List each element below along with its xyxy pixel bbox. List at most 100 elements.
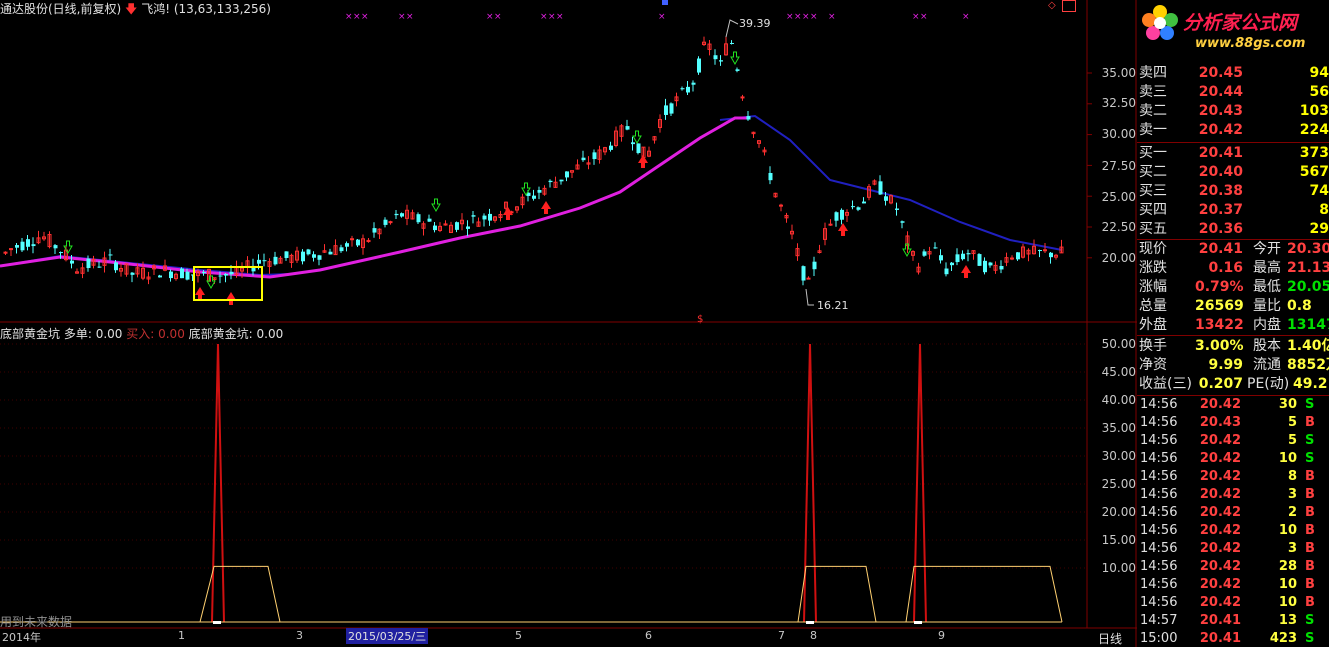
candle-body	[301, 251, 305, 262]
x-marker: ×	[548, 12, 556, 22]
candle-body	[158, 275, 162, 278]
axis-tick: 25.00	[1101, 190, 1136, 204]
plateau-line	[905, 565, 1063, 623]
fund-row: 收益(三) 0.207 PE(动) 49.2	[1139, 376, 1328, 392]
low-leader	[805, 288, 814, 306]
tick-row: 15:00 20.41 423 S	[1140, 631, 1315, 646]
candle-body	[218, 275, 223, 277]
plateau-line	[797, 565, 877, 623]
x-marker: ×	[361, 12, 369, 22]
quote-row: 外盘 13422 内盘 13147	[1139, 317, 1329, 333]
x-marker: ×	[353, 12, 361, 22]
tick-row: 14:56 20.42 10 B	[1140, 523, 1315, 538]
sell-row[interactable]: 卖二 20.43 103	[1137, 102, 1329, 120]
buy-arrow-icon	[961, 265, 971, 278]
candle-body	[768, 172, 773, 181]
top-cursor-mark	[662, 0, 668, 5]
candle-body	[950, 262, 954, 266]
signal-arrow-icon: 🡇	[125, 2, 138, 16]
candle-body	[609, 145, 613, 150]
buy-row[interactable]: 买四 20.37 8	[1137, 201, 1329, 219]
candle-body	[86, 258, 91, 269]
candle-body	[229, 271, 234, 275]
quote-row: 涨幅 0.79% 最低 20.05	[1139, 279, 1329, 295]
fundamentals-block: 换手 3.00% 股本 1.40亿 净资 9.99 流通 8852万 收益(三)…	[1137, 337, 1329, 394]
candle-body	[537, 190, 542, 193]
candle-body	[548, 180, 553, 183]
tick-list[interactable]: 14:56 20.42 30 S 14:56 20.43 5 B 14:56 20.42 5 S …	[1137, 396, 1329, 647]
buy-row[interactable]: 买五 20.36 29	[1137, 220, 1329, 238]
candle-body	[383, 219, 388, 225]
candle-body	[933, 247, 938, 249]
period-button[interactable]: 日线	[1098, 630, 1122, 647]
tick-row: 14:56 20.42 2 B	[1140, 505, 1315, 520]
candle-body	[400, 213, 404, 217]
candle-body	[388, 221, 393, 224]
buy-row[interactable]: 买一 20.41 373	[1137, 144, 1329, 162]
candle-body	[433, 225, 437, 231]
logo-url: www.88gs.com	[1195, 36, 1306, 51]
candle-body	[625, 126, 630, 130]
x-marker: ×	[912, 12, 920, 22]
logo-title: 分析家公式网	[1183, 12, 1298, 34]
candle-body	[806, 277, 811, 280]
sell-book: 卖四 20.45 94 卖三 20.44 56 卖二 20.43 103 卖一 …	[1137, 64, 1329, 142]
chart-header: 通达股份(日线,前复权) 🡇 飞鸿! (13,63,133,256)	[0, 0, 271, 16]
stock-name: 通达股份(日线,前复权)	[0, 2, 122, 16]
box-icon[interactable]	[1062, 0, 1076, 12]
candle-body	[15, 245, 19, 248]
candle-body	[70, 260, 74, 264]
candle-body	[306, 249, 311, 255]
xaxis-year: 2014年	[2, 631, 41, 644]
candle-body	[581, 157, 586, 161]
candle-body	[394, 213, 399, 216]
buy-arrow-icon	[195, 287, 205, 300]
x-marker: ×	[802, 12, 810, 22]
buy-arrow-icon	[638, 155, 648, 168]
ma-blue-line	[0, 114, 1063, 277]
candle-body	[427, 218, 432, 222]
diamond-icon[interactable]: ◇	[1048, 0, 1056, 11]
candle-body	[372, 228, 377, 233]
spike-line	[803, 343, 817, 623]
buy-row[interactable]: 买三 20.38 74	[1137, 182, 1329, 200]
candle-body	[851, 206, 855, 208]
candle-body	[680, 88, 685, 90]
quote-row: 涨跌 0.16 最高 21.13	[1139, 260, 1329, 276]
indicator-lines	[0, 343, 1063, 624]
candle-body	[416, 214, 421, 223]
low-price-label: 16.21	[817, 299, 849, 312]
candle-body	[801, 266, 806, 281]
candle-body	[966, 253, 971, 255]
x-marker: ×	[494, 12, 502, 22]
candle-body	[884, 196, 888, 201]
x-marker: ×	[345, 12, 353, 22]
candle-body	[262, 260, 267, 262]
candle-body	[488, 213, 492, 221]
sell-row[interactable]: 卖四 20.45 94	[1137, 64, 1329, 82]
sell-arrow-icon	[632, 130, 642, 145]
sell-row[interactable]: 卖三 20.44 56	[1137, 83, 1329, 101]
axis-tick: 40.00	[1101, 393, 1136, 407]
candle-body	[97, 266, 102, 268]
duo-label: 多单: 0.00	[63, 327, 123, 341]
signal-values: (13,63,133,256)	[173, 2, 271, 16]
xaxis-label: 3	[296, 629, 303, 642]
candle-body	[559, 179, 564, 182]
sell-row[interactable]: 卖一 20.42 224	[1137, 121, 1329, 139]
candle-body	[180, 268, 184, 279]
candle-body	[284, 251, 289, 258]
buy-row[interactable]: 买二 20.40 567	[1137, 163, 1329, 181]
candle-body	[686, 86, 690, 93]
xaxis-label: 8	[810, 629, 817, 642]
buy-label: 买入: 0.00	[126, 327, 185, 341]
buy-arrow-icon	[226, 292, 236, 305]
axis-tick: 27.50	[1101, 159, 1136, 173]
candle-body	[20, 241, 25, 251]
xaxis-label: 5	[515, 629, 522, 642]
tick-row: 14:56 20.42 3 B	[1140, 541, 1315, 556]
candle-body	[565, 171, 569, 178]
tick-row: 14:56 20.42 8 B	[1140, 469, 1315, 484]
candle-body	[185, 271, 190, 280]
quote-row: 总量 26569 量比 0.8	[1139, 298, 1312, 314]
